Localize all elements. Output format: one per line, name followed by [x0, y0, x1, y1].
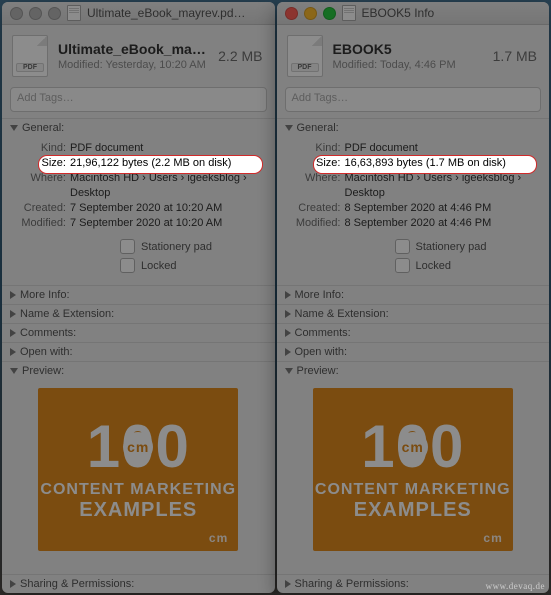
- disclosure-right-icon: [285, 329, 291, 337]
- window-title: Ultimate_eBook_mayrev.pd…: [87, 6, 246, 20]
- preview-body: 10cm0 CONTENT MARKETING EXAMPLES cm: [2, 380, 275, 561]
- watermark: www.devaq.de: [486, 581, 545, 591]
- preview-thumbnail[interactable]: 10cm0 CONTENT MARKETING EXAMPLES cm: [313, 388, 513, 551]
- kind-label: Kind:: [16, 141, 70, 156]
- section-general-header[interactable]: General:: [277, 119, 550, 137]
- info-window-right: EBOOK5 Info EBOOK5 Modified: Today, 4:46…: [277, 2, 550, 593]
- tags-placeholder: Add Tags…: [292, 92, 349, 104]
- checkbox-icon[interactable]: [120, 258, 135, 273]
- titlebar[interactable]: EBOOK5 Info: [277, 2, 550, 25]
- kind-value: PDF document: [70, 141, 143, 156]
- disclosure-right-icon: [285, 310, 291, 318]
- size-value: 21,96,122 bytes (2.2 MB on disk): [70, 156, 231, 171]
- disclosure-right-icon: [10, 291, 16, 299]
- document-icon: [67, 5, 81, 21]
- section-comments[interactable]: Comments:: [2, 324, 275, 342]
- stationery-checkbox-row[interactable]: Stationery pad: [291, 237, 536, 256]
- section-more-info[interactable]: More Info:: [2, 286, 275, 304]
- traffic-lights: [285, 7, 336, 20]
- section-preview-header[interactable]: Preview:: [2, 362, 275, 380]
- created-value: 8 September 2020 at 4:46 PM: [345, 201, 492, 216]
- section-comments[interactable]: Comments:: [277, 324, 550, 342]
- where-value: Macintosh HD › Users › igeeksblog › Desk…: [345, 171, 536, 201]
- section-more-info[interactable]: More Info:: [277, 286, 550, 304]
- file-size-summary: 1.7 MB: [493, 48, 537, 64]
- modified-summary: Modified: Today, 4:46 PM: [333, 59, 483, 71]
- disclosure-right-icon: [285, 580, 291, 588]
- checkbox-icon[interactable]: [395, 239, 410, 254]
- preview-body: 10cm0 CONTENT MARKETING EXAMPLES cm: [277, 380, 550, 561]
- minimize-button[interactable]: [304, 7, 317, 20]
- section-open-with[interactable]: Open with:: [277, 343, 550, 361]
- where-value: Macintosh HD › Users › igeeksblog › Desk…: [70, 171, 261, 201]
- locked-checkbox-row[interactable]: Locked: [291, 256, 536, 275]
- disclosure-down-icon: [285, 125, 293, 131]
- section-name-extension[interactable]: Name & Extension:: [277, 305, 550, 323]
- size-label: Size:: [291, 156, 345, 171]
- info-window-left: Ultimate_eBook_mayrev.pd… Ultimate_eBook…: [2, 2, 275, 593]
- tags-input[interactable]: Add Tags…: [285, 87, 542, 112]
- zoom-button[interactable]: [48, 7, 61, 20]
- minimize-button[interactable]: [29, 7, 42, 20]
- file-size-summary: 2.2 MB: [218, 48, 262, 64]
- disclosure-right-icon: [285, 291, 291, 299]
- tags-input[interactable]: Add Tags…: [10, 87, 267, 112]
- disclosure-down-icon: [285, 368, 293, 374]
- created-value: 7 September 2020 at 10:20 AM: [70, 201, 222, 216]
- file-name: EBOOK5: [333, 41, 483, 57]
- cm-badge-icon: cm: [398, 432, 428, 462]
- disclosure-down-icon: [10, 125, 18, 131]
- window-title: EBOOK5 Info: [362, 6, 435, 20]
- modified-label: Modified:: [291, 216, 345, 231]
- created-label: Created:: [16, 201, 70, 216]
- document-icon: [342, 5, 356, 21]
- cm-badge-icon: cm: [123, 432, 153, 462]
- disclosure-right-icon: [10, 348, 16, 356]
- traffic-lights: [10, 7, 61, 20]
- section-general-header[interactable]: General:: [2, 119, 275, 137]
- size-value: 16,63,893 bytes (1.7 MB on disk): [345, 156, 506, 171]
- modified-summary: Modified: Yesterday, 10:20 AM: [58, 59, 208, 71]
- section-name-extension[interactable]: Name & Extension:: [2, 305, 275, 323]
- created-label: Created:: [291, 201, 345, 216]
- section-open-with[interactable]: Open with:: [2, 343, 275, 361]
- disclosure-down-icon: [10, 368, 18, 374]
- section-sharing-permissions[interactable]: Sharing & Permissions:: [2, 575, 275, 593]
- modified-value: 8 September 2020 at 4:46 PM: [345, 216, 492, 231]
- file-header: Ultimate_eBook_mayr… Modified: Yesterday…: [2, 25, 275, 87]
- pdf-file-icon: [287, 35, 323, 77]
- section-preview-header[interactable]: Preview:: [277, 362, 550, 380]
- section-general-body: Kind: PDF document Size: 21,96,122 bytes…: [2, 137, 275, 285]
- close-button[interactable]: [10, 7, 23, 20]
- pdf-file-icon: [12, 35, 48, 77]
- checkbox-icon[interactable]: [395, 258, 410, 273]
- disclosure-right-icon: [10, 329, 16, 337]
- close-button[interactable]: [285, 7, 298, 20]
- zoom-button[interactable]: [323, 7, 336, 20]
- titlebar[interactable]: Ultimate_eBook_mayrev.pd…: [2, 2, 275, 25]
- kind-value: PDF document: [345, 141, 418, 156]
- file-header: EBOOK5 Modified: Today, 4:46 PM 1.7 MB: [277, 25, 550, 87]
- section-general-body: Kind: PDF document Size: 16,63,893 bytes…: [277, 137, 550, 285]
- disclosure-right-icon: [10, 580, 16, 588]
- disclosure-right-icon: [285, 348, 291, 356]
- checkbox-icon[interactable]: [120, 239, 135, 254]
- tags-placeholder: Add Tags…: [17, 92, 74, 104]
- file-name: Ultimate_eBook_mayr…: [58, 41, 208, 57]
- stationery-checkbox-row[interactable]: Stationery pad: [16, 237, 261, 256]
- kind-label: Kind:: [291, 141, 345, 156]
- modified-value: 7 September 2020 at 10:20 AM: [70, 216, 222, 231]
- locked-checkbox-row[interactable]: Locked: [16, 256, 261, 275]
- modified-label: Modified:: [16, 216, 70, 231]
- size-label: Size:: [16, 156, 70, 171]
- preview-thumbnail[interactable]: 10cm0 CONTENT MARKETING EXAMPLES cm: [38, 388, 238, 551]
- disclosure-right-icon: [10, 310, 16, 318]
